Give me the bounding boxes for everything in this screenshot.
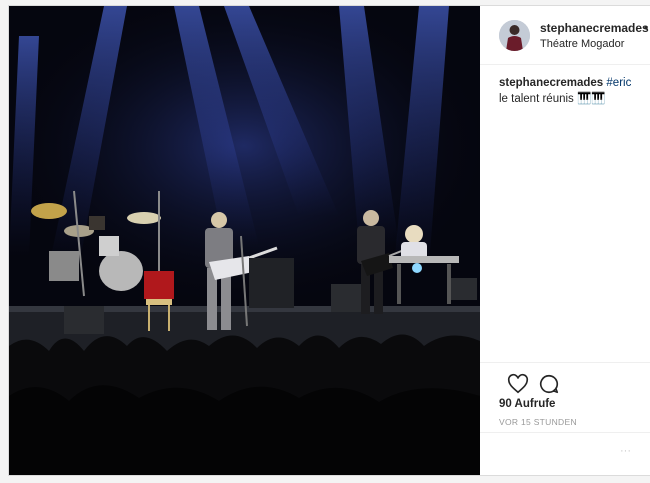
username-link[interactable]: stephanecremades <box>540 21 649 35</box>
comment-area: ··· <box>480 432 650 476</box>
post-caption: stephanecremades #eric le talent réunis … <box>499 75 649 107</box>
action-bar <box>480 362 650 394</box>
user-avatar-icon <box>499 20 530 51</box>
comment-icon[interactable] <box>538 373 560 395</box>
post-sidebar: stephanecremades • Théatre Mogador steph… <box>480 6 650 475</box>
heart-icon[interactable] <box>507 373 529 395</box>
post-video[interactable] <box>9 6 480 475</box>
concert-scene <box>9 6 480 475</box>
instagram-post: stephanecremades • Théatre Mogador steph… <box>8 5 650 476</box>
separator-dot: • <box>644 21 649 35</box>
post-header: stephanecremades • Théatre Mogador <box>480 6 650 65</box>
caption-username[interactable]: stephanecremades <box>499 77 603 89</box>
view-count[interactable]: 90 Aufrufe <box>499 398 555 410</box>
post-timestamp[interactable]: VOR 15 STUNDEN <box>499 417 577 427</box>
caption-text: le talent réunis 🎹🎹 <box>499 93 606 105</box>
caption-hashtag[interactable]: #eric <box>606 77 631 89</box>
more-options-icon[interactable]: ··· <box>620 445 631 457</box>
avatar[interactable] <box>499 20 530 51</box>
location-link[interactable]: Théatre Mogador <box>540 38 624 50</box>
